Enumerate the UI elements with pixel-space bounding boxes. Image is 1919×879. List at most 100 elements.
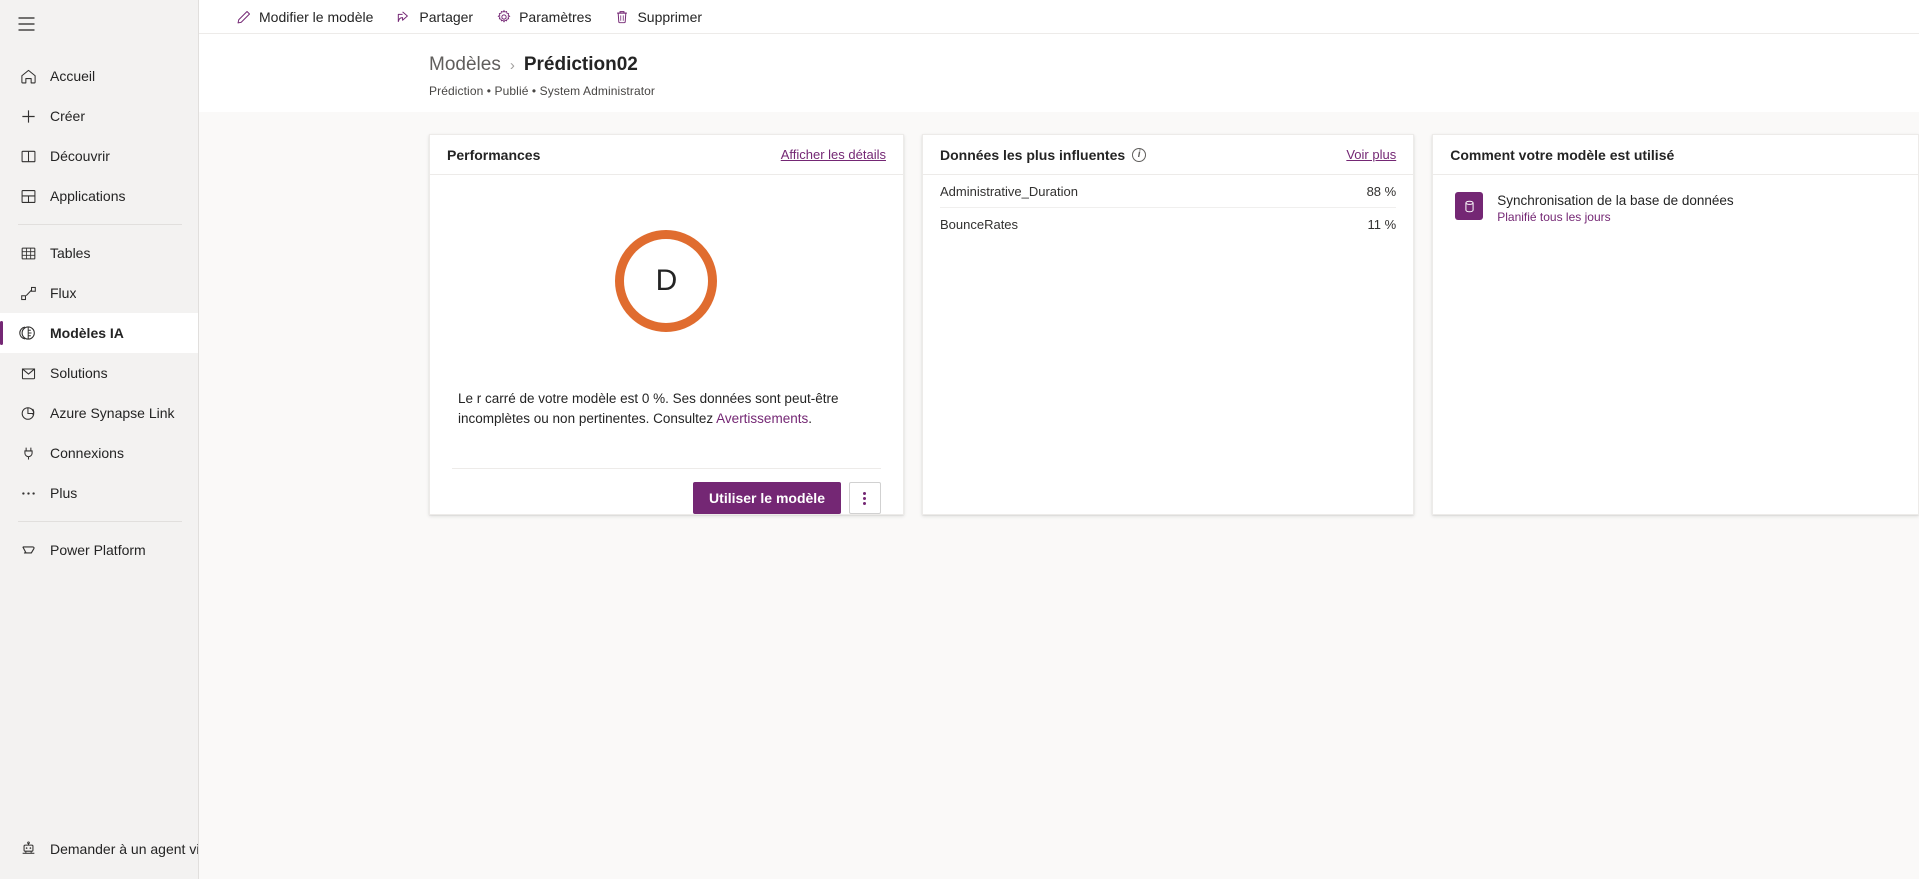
more-options-button[interactable]	[848, 482, 881, 514]
sidebar-item-label: Découvrir	[50, 148, 110, 164]
table-row: Administrative_Duration 88 %	[939, 175, 1397, 208]
sidebar-item-virtual-agent[interactable]: Demander à un agent virt	[0, 829, 198, 869]
ai-brain-icon	[18, 323, 38, 343]
breadcrumb: Modèles › Prédiction02	[429, 52, 1919, 79]
performance-description-suffix: .	[808, 410, 812, 426]
trash-icon	[613, 8, 630, 25]
sidebar-nav: Accueil Créer Découvrir Applications Tab…	[0, 56, 198, 570]
influential-data-card-header: Données les plus influentes i Voir plus	[922, 135, 1414, 175]
page-subtitle: Prédiction • Publié • System Administrat…	[429, 84, 656, 98]
sidebar-item-label: Azure Synapse Link	[50, 405, 175, 421]
breadcrumb-parent-link[interactable]: Modèles	[429, 52, 501, 78]
button-label: Modifier le modèle	[259, 8, 374, 25]
plus-icon	[18, 106, 38, 126]
flow-icon	[18, 283, 38, 303]
delete-button[interactable]: Supprimer	[603, 1, 712, 33]
ellipsis-icon	[18, 483, 38, 503]
performance-card-header: Performances Afficher les détails	[430, 135, 903, 175]
settings-button[interactable]: Paramètres	[485, 1, 601, 33]
usage-item-title: Synchronisation de la base de données	[1497, 193, 1734, 208]
sidebar-item-label: Solutions	[50, 365, 108, 381]
table-icon	[18, 243, 38, 263]
sidebar-item-label: Demander à un agent virt	[50, 841, 198, 857]
influential-data-card-title: Données les plus influentes i	[939, 146, 1147, 163]
chevron-right-icon: ›	[509, 57, 515, 74]
performance-card: Performances Afficher les détails D Le r…	[429, 134, 904, 515]
button-label: Partager	[419, 8, 474, 25]
sidebar-item-plus[interactable]: Plus	[0, 473, 198, 513]
share-button[interactable]: Partager	[385, 1, 483, 33]
sidebar-item-accueil[interactable]: Accueil	[0, 56, 198, 96]
book-icon	[18, 146, 38, 166]
sidebar-item-creer[interactable]: Créer	[0, 96, 198, 136]
see-more-link[interactable]: Voir plus	[1346, 147, 1396, 162]
use-model-button[interactable]: Utiliser le modèle	[693, 482, 841, 514]
share-icon	[395, 8, 412, 25]
info-icon[interactable]: i	[1132, 147, 1147, 162]
synapse-icon	[18, 403, 38, 423]
model-usage-card: Comment votre modèle est utilisé Synchro…	[1432, 134, 1919, 515]
sidebar-item-connexions[interactable]: Connexions	[0, 433, 198, 473]
sidebar-item-power-platform[interactable]: Power Platform	[0, 530, 198, 570]
gear-icon	[495, 8, 512, 25]
influence-feature-name: Administrative_Duration	[939, 183, 1078, 199]
sidebar-item-label: Modèles IA	[50, 325, 124, 341]
sidebar-item-decouvrir[interactable]: Découvrir	[0, 136, 198, 176]
list-item[interactable]: Synchronisation de la base de données Pl…	[1433, 175, 1918, 224]
command-bar: Modifier le modèle Partager Paramètres S…	[199, 0, 1919, 34]
table-row: BounceRates 11 %	[940, 208, 1396, 241]
sidebar-item-flux[interactable]: Flux	[0, 273, 198, 313]
vertical-dots-icon	[863, 491, 867, 505]
influential-data-title-text: Données les plus influentes	[939, 146, 1126, 163]
influence-feature-percent: 11 %	[1367, 217, 1397, 232]
usage-item-subtitle: Planifié tous les jours	[1497, 210, 1611, 224]
cards-container: Performances Afficher les détails D Le r…	[199, 112, 1919, 879]
performance-gauge-wrapper: D	[430, 175, 903, 375]
performance-grade-letter: D	[655, 264, 678, 297]
show-details-link[interactable]: Afficher les détails	[781, 147, 886, 162]
performance-card-title: Performances	[447, 146, 541, 163]
power-platform-icon	[18, 540, 38, 560]
plug-icon	[18, 443, 38, 463]
apps-grid-icon	[18, 186, 38, 206]
hamburger-menu-button[interactable]	[2, 4, 50, 44]
edit-model-button[interactable]: Modifier le modèle	[225, 1, 383, 33]
performance-card-actions: Utiliser le modèle	[430, 469, 903, 514]
sidebar-divider-1	[18, 224, 182, 225]
influence-feature-name: BounceRates	[939, 217, 1019, 232]
sidebar-divider-2	[18, 521, 182, 522]
page-header: Modèles › Prédiction02 Prédiction • Publ…	[199, 34, 1919, 112]
influence-feature-percent: 88 %	[1366, 183, 1397, 199]
sidebar-item-label: Plus	[50, 485, 78, 501]
model-usage-card-header: Comment votre modèle est utilisé	[1433, 135, 1918, 175]
sidebar-item-applications[interactable]: Applications	[0, 176, 198, 216]
page-title: Prédiction02	[523, 54, 638, 75]
influential-data-card-body: Administrative_Duration 88 % BounceRates…	[923, 175, 1413, 514]
sidebar-item-label: Connexions	[50, 445, 124, 461]
performance-card-body: D Le r carré de votre modèle est 0 %. Se…	[430, 175, 903, 514]
button-label: Supprimer	[637, 8, 703, 25]
usage-item-texts: Synchronisation de la base de données Pl…	[1497, 192, 1733, 224]
sidebar-item-label: Applications	[50, 188, 126, 204]
database-icon	[1455, 192, 1484, 220]
sidebar-item-tables[interactable]: Tables	[0, 233, 198, 273]
sidebar-item-label: Tables	[50, 245, 91, 261]
sidebar-item-label: Créer	[50, 108, 86, 124]
hamburger-icon	[18, 17, 35, 31]
performance-description: Le r carré de votre modèle est 0 %. Ses …	[430, 389, 903, 429]
performance-grade-gauge: D	[615, 230, 718, 332]
sidebar-bottom-section: Demander à un agent virt	[0, 829, 198, 869]
model-usage-card-title: Comment votre modèle est utilisé	[1450, 146, 1675, 163]
influential-data-card: Données les plus influentes i Voir plus …	[921, 134, 1415, 515]
sidebar-item-label: Accueil	[50, 68, 96, 84]
button-label: Paramètres	[519, 8, 592, 25]
influential-data-list: Administrative_Duration 88 % BounceRates…	[923, 175, 1413, 241]
home-icon	[18, 66, 38, 86]
pencil-icon	[235, 8, 252, 25]
sidebar-item-modeles-ia[interactable]: Modèles IA	[0, 313, 198, 353]
warnings-link[interactable]: Avertissements	[716, 411, 808, 426]
sidebar-item-label: Power Platform	[50, 542, 146, 558]
sidebar-item-solutions[interactable]: Solutions	[0, 353, 198, 393]
sidebar-item-azure-synapse-link[interactable]: Azure Synapse Link	[0, 393, 198, 433]
main-area: Modifier le modèle Partager Paramètres S…	[199, 0, 1919, 879]
